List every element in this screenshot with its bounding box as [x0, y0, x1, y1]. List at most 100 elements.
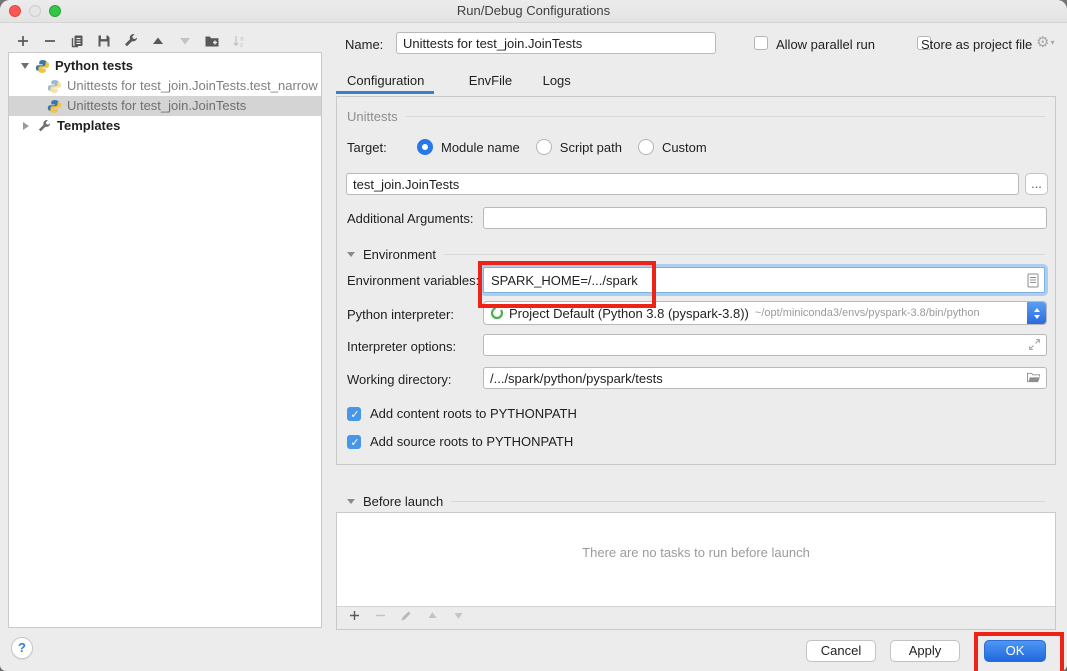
minimize-button	[29, 5, 41, 17]
working-directory-label: Working directory:	[347, 372, 452, 387]
interpreter-options-label: Interpreter options:	[347, 339, 456, 354]
browse-button[interactable]: ...	[1025, 173, 1048, 195]
unittests-section-header: Unittests	[347, 109, 1045, 124]
python-interpreter-value: Project Default (Python 3.8 (pyspark-3.8…	[509, 306, 749, 321]
configurations-toolbar: az	[14, 31, 247, 51]
run-debug-configurations-dialog: Run/Debug Configurations az Python tests…	[0, 0, 1067, 671]
help-button[interactable]: ?	[11, 637, 33, 659]
move-task-up-icon	[426, 609, 439, 627]
python-icon	[47, 79, 62, 94]
python-icon	[47, 99, 62, 114]
target-script-path-label: Script path	[560, 140, 622, 155]
target-input[interactable]	[346, 173, 1019, 195]
copy-icon[interactable]	[68, 33, 85, 50]
tree-item-label: Templates	[57, 116, 120, 136]
wrench-icon	[37, 119, 52, 134]
name-input[interactable]	[396, 32, 716, 54]
add-icon[interactable]	[14, 33, 31, 50]
tree-item-unittests-jointests[interactable]: Unittests for test_join.JoinTests	[9, 96, 321, 116]
environment-section-header[interactable]: Environment	[347, 247, 1045, 262]
environment-variables-input[interactable]	[484, 268, 1044, 292]
edit-templates-icon[interactable]	[122, 33, 139, 50]
tree-item-templates[interactable]: Templates	[9, 116, 321, 136]
tab-configuration[interactable]: Configuration	[347, 73, 424, 88]
tree-item-label: Unittests for test_join.JoinTests	[67, 96, 246, 116]
target-row: Target: Module name Script path Custom	[347, 139, 707, 155]
active-tab-indicator	[336, 91, 434, 94]
target-label: Target:	[347, 140, 403, 155]
allow-parallel-run-label: Allow parallel run	[776, 37, 875, 52]
add-source-roots-checkbox[interactable]	[347, 435, 361, 449]
configurations-tree: Python tests Unittests for test_join.Joi…	[8, 52, 322, 628]
move-up-icon[interactable]	[149, 33, 166, 50]
additional-arguments-label: Additional Arguments:	[347, 211, 473, 226]
title-bar: Run/Debug Configurations	[0, 0, 1067, 23]
python-interpreter-path: ~/opt/miniconda3/envs/pyspark-3.8/bin/py…	[755, 307, 980, 319]
window-title: Run/Debug Configurations	[0, 0, 1067, 22]
before-launch-empty-text: There are no tasks to run before launch	[337, 545, 1055, 560]
cancel-button[interactable]: Cancel	[806, 640, 876, 662]
target-module-name-label: Module name	[441, 140, 520, 155]
conda-ring-icon	[490, 306, 504, 320]
target-custom-radio[interactable]	[638, 139, 654, 155]
move-task-down-icon	[452, 609, 465, 627]
create-folder-icon[interactable]	[203, 33, 220, 50]
target-module-name-radio[interactable]	[417, 139, 433, 155]
add-task-icon[interactable]	[348, 609, 361, 627]
edit-task-icon	[400, 609, 413, 627]
chevron-right-icon[interactable]	[23, 122, 29, 130]
tab-bar: Configuration EnvFile Logs	[347, 72, 611, 90]
tab-envfile[interactable]: EnvFile	[469, 73, 512, 88]
remove-task-icon	[374, 609, 387, 627]
save-icon[interactable]	[95, 33, 112, 50]
ok-button[interactable]: OK	[984, 640, 1046, 662]
add-content-roots-checkbox[interactable]	[347, 407, 361, 421]
divider	[451, 501, 1045, 502]
tree-item-python-tests[interactable]: Python tests	[9, 56, 321, 76]
zoom-button[interactable]	[49, 5, 61, 17]
svg-text:z: z	[240, 42, 243, 49]
python-icon	[35, 59, 50, 74]
environment-section-title: Environment	[363, 247, 436, 262]
folder-icon[interactable]	[1026, 371, 1041, 384]
add-source-roots-row: Add source roots to PYTHONPATH	[347, 434, 573, 449]
python-interpreter-select[interactable]: Project Default (Python 3.8 (pyspark-3.8…	[483, 301, 1047, 325]
working-directory-input[interactable]	[483, 367, 1047, 389]
tree-item-label: Unittests for test_join.JoinTests.test_n…	[67, 76, 318, 96]
remove-icon[interactable]	[41, 33, 58, 50]
sort-alphabetically-icon: az	[230, 33, 247, 50]
before-launch-section-title: Before launch	[363, 494, 443, 509]
target-custom-label: Custom	[662, 140, 707, 155]
tree-item-unittests-narrow[interactable]: Unittests for test_join.JoinTests.test_n…	[9, 76, 321, 96]
target-script-path-radio[interactable]	[536, 139, 552, 155]
before-launch-panel: There are no tasks to run before launch	[336, 512, 1056, 630]
move-down-icon	[176, 33, 193, 50]
add-content-roots-label: Add content roots to PYTHONPATH	[370, 406, 577, 421]
configuration-panel: Unittests Target: Module name Script pat…	[336, 96, 1056, 465]
name-label: Name:	[345, 37, 383, 52]
divider	[406, 116, 1045, 117]
tree-item-label: Python tests	[55, 56, 133, 76]
store-as-project-file-label: Store as project file	[921, 37, 1032, 52]
close-button[interactable]	[9, 5, 21, 17]
before-launch-toolbar	[337, 606, 1055, 629]
expand-icon[interactable]	[1028, 338, 1041, 351]
unittests-section-title: Unittests	[347, 109, 398, 124]
divider	[444, 254, 1045, 255]
allow-parallel-run-checkbox[interactable]	[754, 36, 768, 50]
gear-icon[interactable]: ⚙▾	[1036, 33, 1054, 51]
add-source-roots-label: Add source roots to PYTHONPATH	[370, 434, 573, 449]
interpreter-options-input[interactable]	[483, 334, 1047, 356]
chevron-down-icon[interactable]	[21, 63, 29, 69]
additional-arguments-input[interactable]	[483, 207, 1047, 229]
tab-logs[interactable]: Logs	[543, 73, 571, 88]
environment-variables-label: Environment variables:	[347, 273, 479, 288]
apply-button[interactable]: Apply	[890, 640, 960, 662]
add-content-roots-row: Add content roots to PYTHONPATH	[347, 406, 577, 421]
chevron-down-icon[interactable]	[347, 252, 355, 257]
paste-icon[interactable]	[1027, 273, 1039, 288]
python-interpreter-label: Python interpreter:	[347, 307, 454, 322]
chevron-down-icon[interactable]	[347, 499, 355, 504]
combo-spinner-icon[interactable]	[1027, 302, 1046, 324]
before-launch-section-header[interactable]: Before launch	[347, 494, 1045, 509]
